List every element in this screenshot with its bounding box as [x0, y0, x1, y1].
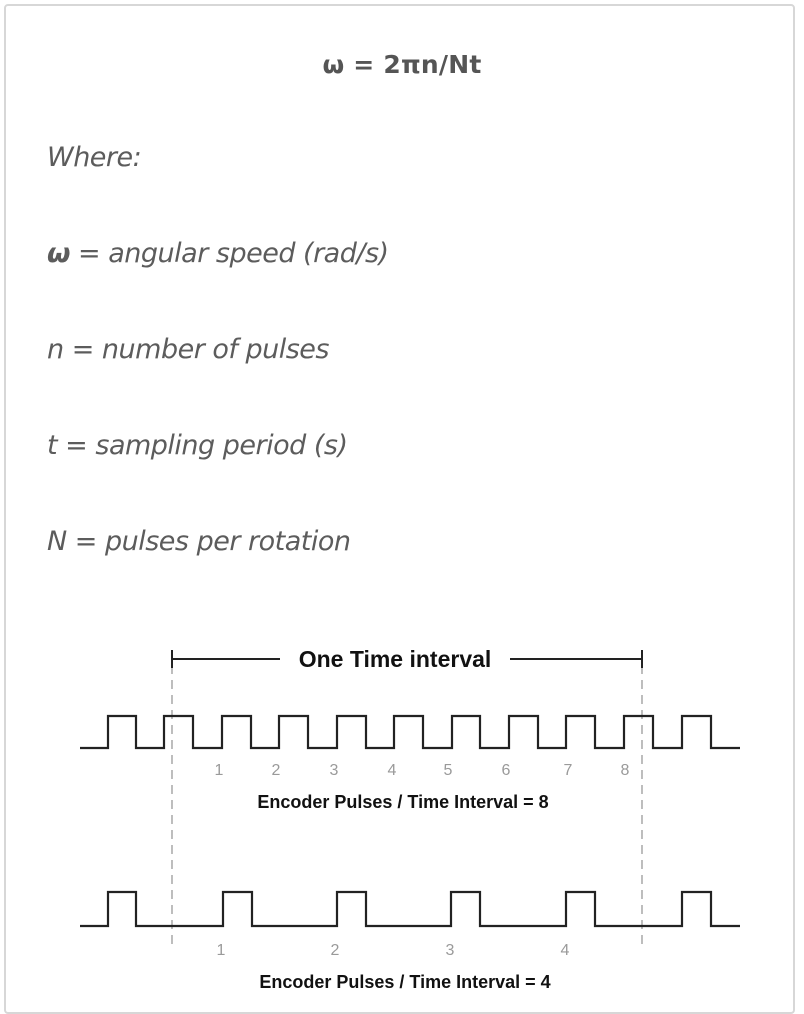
pulse-number: 3 — [330, 762, 339, 779]
formula: ω = 2πn/Nt — [322, 50, 482, 79]
definition-text: = sampling period (s) — [57, 430, 348, 461]
definition-text: = angular speed (rad/s) — [69, 238, 389, 269]
pulse-number: 4 — [388, 762, 397, 779]
pulse-number: 1 — [215, 762, 224, 779]
pulse-number: 1 — [217, 942, 226, 959]
interval-label: One Time interval — [299, 646, 492, 672]
pulse-number: 5 — [444, 762, 453, 779]
slow-pulse-signal — [80, 890, 740, 928]
pulse-number: 2 — [331, 942, 340, 959]
definition-symbol: N — [47, 526, 67, 557]
definition-text: = number of pulses — [63, 334, 330, 365]
slow-pulse-caption: Encoder Pulses / Time Interval = 4 — [259, 972, 550, 992]
fast-pulse-signal — [80, 714, 740, 750]
encoder-pulse-diagram: One Time interval 1 2 3 4 5 6 7 8 Encode… — [80, 646, 740, 992]
pulse-number: 3 — [446, 942, 455, 959]
slow-pulse-numbers: 1 2 3 4 — [217, 942, 570, 959]
definition-n: n = number of pulses — [47, 334, 329, 365]
definition-symbol: n — [47, 334, 64, 365]
pulse-number: 8 — [621, 762, 630, 779]
pulse-number: 7 — [564, 762, 573, 779]
fast-pulse-caption: Encoder Pulses / Time Interval = 8 — [257, 792, 548, 812]
definition-text: = pulses per rotation — [66, 526, 351, 557]
pulse-number: 4 — [561, 942, 570, 959]
definition-omega: ω = angular speed (rad/s) — [47, 238, 389, 269]
where-label: Where: — [47, 142, 142, 173]
definition-N: N = pulses per rotation — [47, 526, 351, 557]
pulse-number: 2 — [272, 762, 281, 779]
definition-t: t = sampling period (s) — [47, 430, 348, 461]
definition-symbol: ω — [47, 238, 70, 269]
definition-symbol: t — [47, 430, 58, 461]
pulse-number: 6 — [502, 762, 511, 779]
fast-pulse-numbers: 1 2 3 4 5 6 7 8 — [215, 762, 630, 779]
